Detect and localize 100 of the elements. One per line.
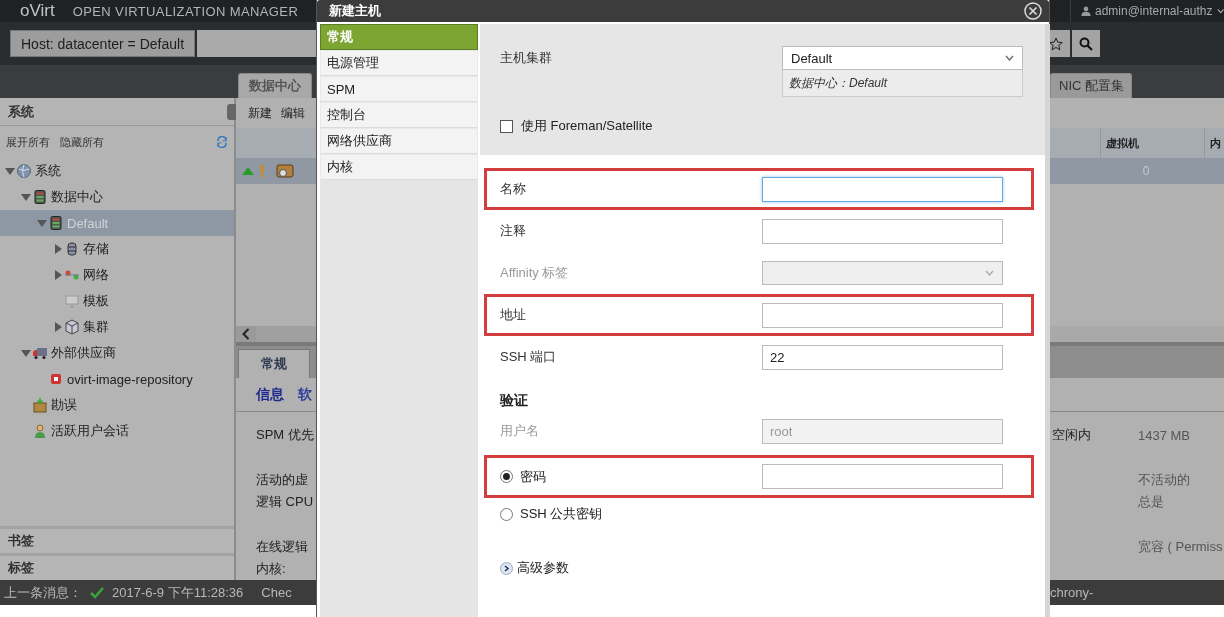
search-button[interactable] [1072,30,1100,57]
status-time: 2017-6-9 下午11:28:36 [112,583,244,602]
status-label: 上一条消息： [4,583,82,602]
square-icon [48,371,64,387]
toolbar-action[interactable]: 新建 [248,104,272,122]
field-label: 主机集群 [499,49,553,67]
product-title: OPEN VIRTUALIZATION MANAGER [72,3,299,19]
radio-option[interactable]: SSH 公共密钥 [500,505,762,523]
check-icon [90,586,104,599]
server-rack-icon [32,189,48,205]
detail-label: 活动的虚 [256,471,308,489]
tree-item[interactable]: 网络 [83,266,109,284]
radio-button[interactable] [500,470,513,483]
tree-item[interactable]: 外部供应商 [51,344,116,362]
cube-icon [64,319,80,335]
select-field[interactable]: Default [782,46,1023,70]
detail-value: 不活动的 [1138,471,1191,489]
tree-item[interactable]: 存储 [83,240,109,258]
detail-label: 空闲内 [1052,426,1092,444]
nav-item[interactable]: SPM [320,76,478,102]
caret-down-icon [985,270,994,276]
sub-tab[interactable]: 软 [298,385,312,404]
chevron-left-icon [242,328,250,340]
nav-item[interactable]: 电源管理 [320,50,478,76]
detail-label: 逻辑 CPU [256,493,314,511]
tree-action-link[interactable]: 隐藏所有 [60,134,104,150]
tree-item[interactable]: 勘误 [51,396,77,414]
caret-down-icon [1216,8,1224,14]
globe-icon [16,163,32,179]
input-field[interactable]: 22 [762,344,1003,370]
nav-item[interactable]: 内核 [320,154,478,180]
caret-right-icon[interactable] [52,321,64,333]
caret-down-icon[interactable] [36,217,48,229]
detail-label: 在线逻辑 [256,538,308,556]
input-field[interactable] [762,176,1003,202]
tree-item[interactable]: 集群 [83,318,109,336]
section-title[interactable]: 标签 [8,559,34,577]
detail-tab[interactable]: 常规 [238,349,310,378]
tree-action-link[interactable]: 展开所有 [6,134,50,150]
detail-label: 内核: [256,560,286,578]
detail-value: 宽容 ( Permiss [1138,538,1224,556]
tree-item[interactable]: 活跃用户会话 [51,422,129,440]
caret-right-icon[interactable] [52,269,64,281]
detail-label: SPM 优先 [256,426,314,444]
star-icon [1049,36,1063,51]
field-label: 注释 [500,222,527,240]
checkbox[interactable] [500,119,513,133]
tree-item[interactable]: 数据中心 [51,188,103,206]
status-message: chrony- [1050,585,1094,600]
scroll-left-button[interactable] [236,326,256,342]
caret-down-icon[interactable] [20,191,32,203]
monitor-icon [64,293,80,309]
radio-option[interactable]: 密码 [500,467,762,486]
field-label: 用户名 [500,422,540,440]
checkbox-label[interactable]: 使用 Foreman/Satellite [521,117,653,135]
close-button[interactable] [1023,1,1043,21]
section-title[interactable]: 书签 [8,532,34,550]
search-prefix[interactable]: Host: datacenter = Default [10,30,196,57]
sub-tab[interactable]: 信息 [256,385,284,404]
collapse-handle[interactable] [227,104,236,120]
refresh-icon[interactable] [216,136,228,148]
search-icon [1079,36,1093,51]
server-icon [276,163,294,179]
field-label: 名称 [500,180,527,198]
user-menu[interactable]: admin@internal-authz [1094,4,1213,18]
radio-button[interactable] [500,507,513,521]
toolbar-action[interactable]: 编辑 [281,104,305,122]
caret-down-icon[interactable] [4,165,16,177]
section-heading: 验证 [500,392,528,410]
expander-link[interactable]: 高级参数 [500,559,569,577]
input-field[interactable] [762,218,1003,244]
panel-title: 系统 [8,102,34,121]
datacenter-note: 数据中心：Default [782,70,1023,97]
tree-item[interactable]: 模板 [83,292,109,310]
close-icon [1023,1,1043,21]
scrollbar-thumb[interactable] [256,326,316,342]
server-rack-icon [48,215,64,231]
user-icon [1081,5,1091,17]
person-icon [32,423,48,439]
detail-value: 总是 [1138,493,1165,511]
main-tab[interactable]: NIC 配置集 [1050,73,1132,98]
scrollbar-track[interactable] [1045,24,1050,617]
input-field[interactable] [762,464,1003,489]
detail-value: 1437 MB [1138,427,1192,443]
field-label: SSH 端口 [500,348,558,366]
up-arrow-icon [242,167,254,175]
nav-item[interactable]: 控制台 [320,102,478,128]
truck-icon [32,345,48,361]
dialog-title: 新建主机 [329,2,381,20]
field-label: Affinity 标签 [500,264,570,282]
caret-down-icon [1005,55,1014,61]
exclamation-icon [260,165,264,177]
input-field[interactable] [762,302,1003,328]
nav-item[interactable]: 网络供应商 [320,128,478,154]
caret-down-icon[interactable] [20,347,32,359]
tree-item[interactable]: ovirt-image-repository [67,371,193,387]
caret-right-icon[interactable] [52,243,64,255]
field-label: 地址 [500,306,527,324]
tree-item[interactable]: 系统 [35,162,61,180]
database-icon [64,241,80,257]
